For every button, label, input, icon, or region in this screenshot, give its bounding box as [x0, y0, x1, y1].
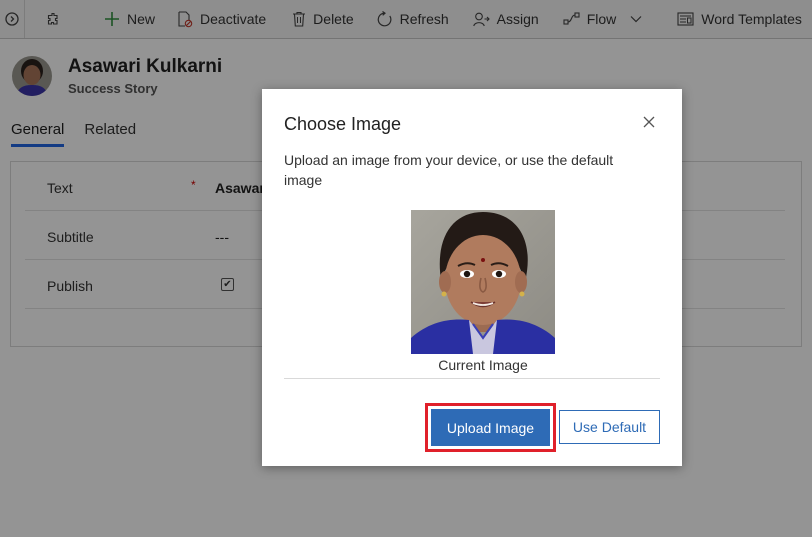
- dialog-title: Choose Image: [284, 114, 402, 134]
- upload-image-button[interactable]: Upload Image: [425, 403, 556, 452]
- current-image-preview: [411, 210, 555, 354]
- image-caption: Current Image: [438, 357, 528, 373]
- dialog-description: Upload an image from your device, or use…: [284, 152, 614, 188]
- close-button[interactable]: [638, 111, 660, 133]
- use-default-button[interactable]: Use Default: [559, 410, 660, 444]
- close-icon: [643, 116, 655, 128]
- choose-image-dialog: Choose Image Upload an image from your d…: [262, 89, 682, 466]
- portrait-photo: [411, 210, 555, 354]
- dialog-divider: [284, 378, 660, 379]
